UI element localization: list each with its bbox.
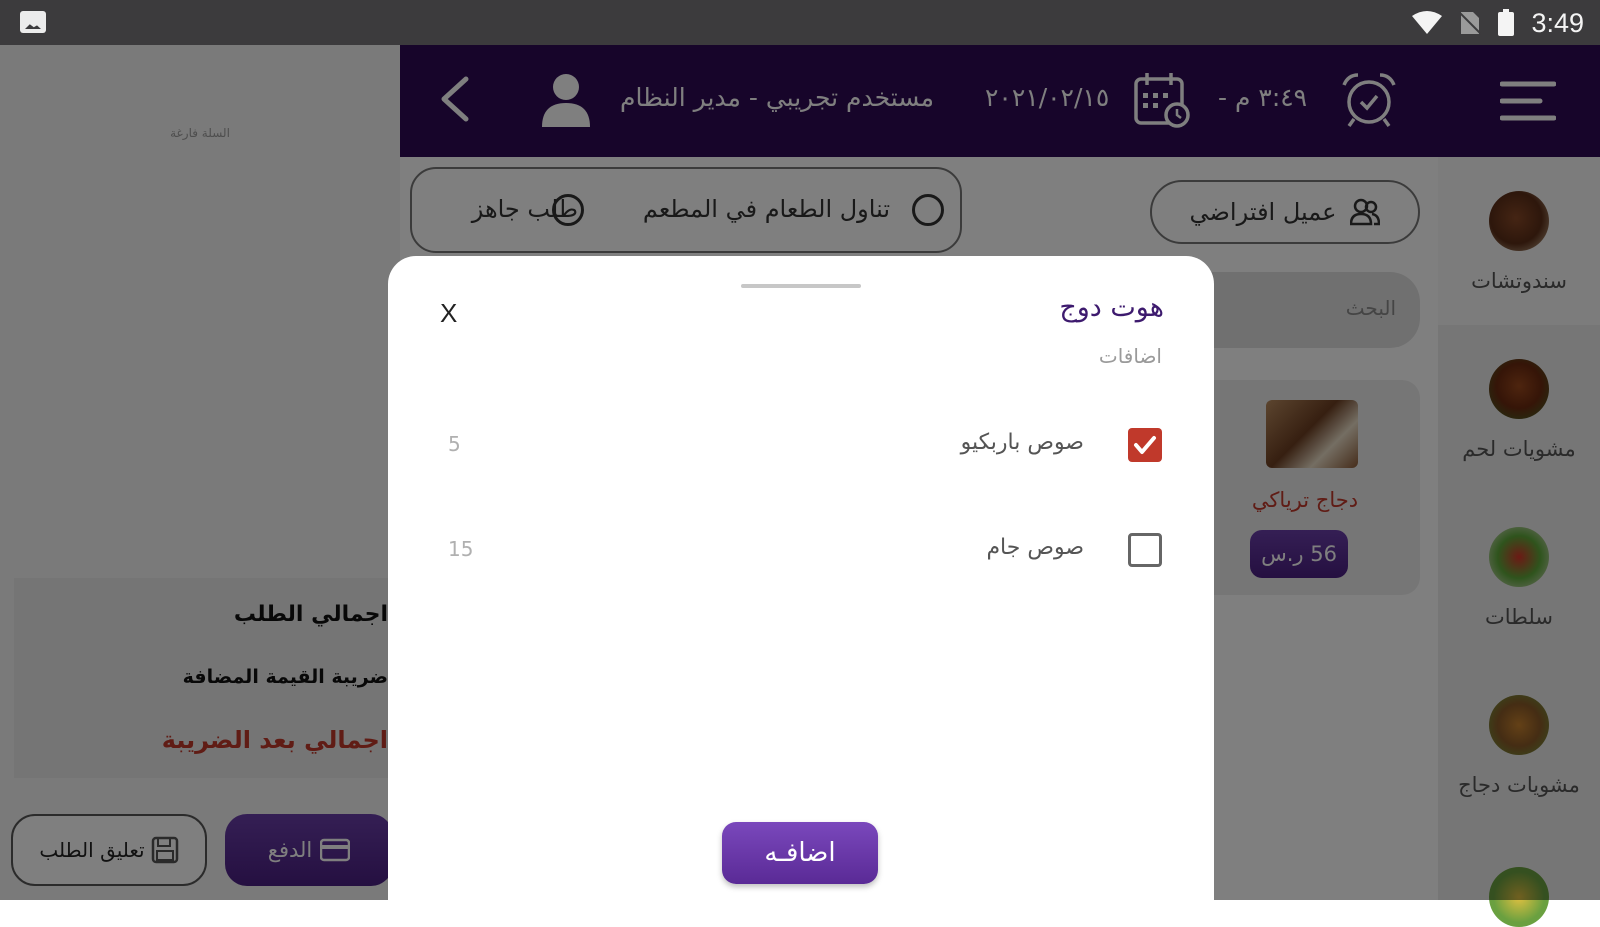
image-notification-icon [20,11,46,33]
addons-dialog: X هوت دوج اضافات صوص باربكيو 5 صوص جام 1… [388,256,1214,916]
close-button[interactable]: X [440,298,457,329]
dialog-title: هوت دوج [1059,292,1164,323]
addon-checkbox-bbq[interactable] [1128,428,1162,462]
addon-price: 15 [448,537,474,561]
addon-checkbox-jam[interactable] [1128,533,1162,567]
no-sim-icon [1459,11,1482,35]
addon-label: صوص جام [986,535,1084,560]
status-icons: 3:49 [1411,6,1584,40]
wifi-icon [1412,11,1443,34]
add-button[interactable]: اضافـه [722,822,878,884]
drag-handle[interactable] [741,284,861,288]
addon-label: صوص باربكيو [960,430,1084,455]
status-bar: 3:49 [0,0,1600,45]
dialog-subtitle: اضافات [1098,344,1162,368]
addon-price: 5 [448,432,461,456]
status-time: 3:49 [1531,7,1584,38]
checkmark-icon [1134,436,1156,454]
battery-icon [1498,9,1515,36]
